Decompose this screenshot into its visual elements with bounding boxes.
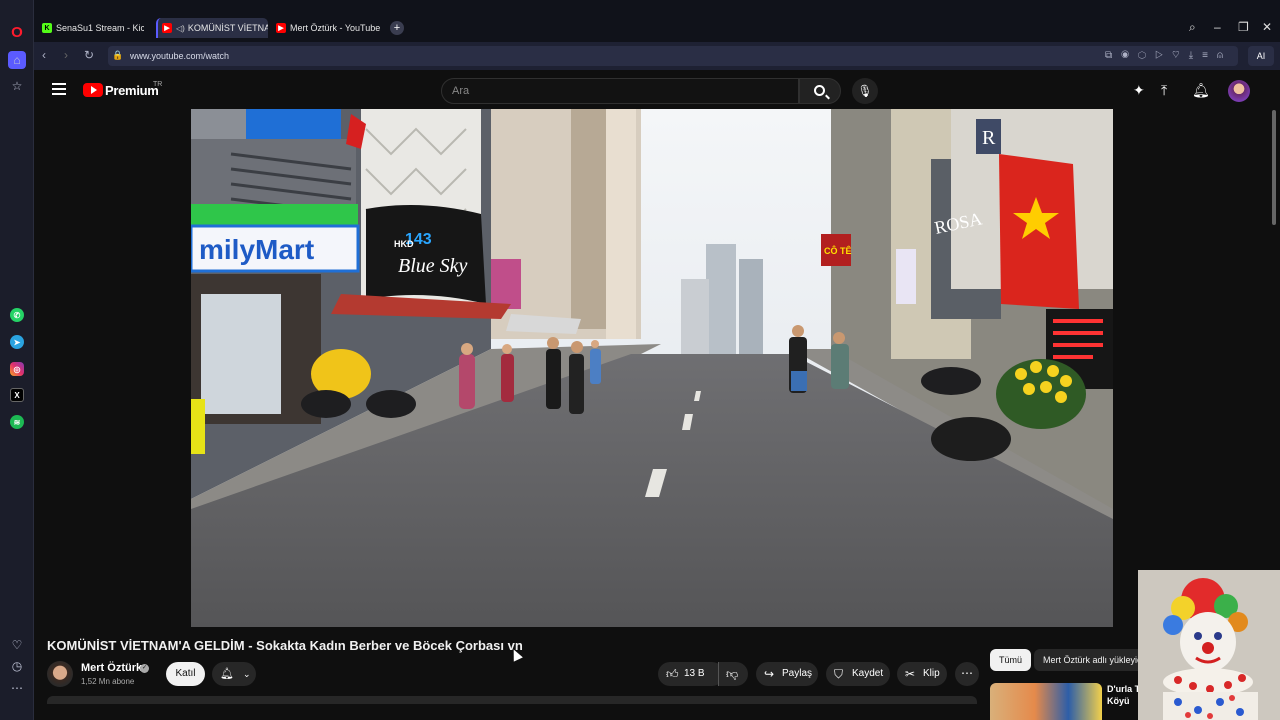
youtube-logo-icon[interactable] xyxy=(83,83,103,97)
search-placeholder: Ara xyxy=(452,85,470,97)
webcam-overlay xyxy=(1138,570,1280,720)
youtube-icon: ▶ xyxy=(276,23,286,33)
close-window-button[interactable]: ✕ xyxy=(1262,20,1272,34)
url-field[interactable]: 🔒 www.youtube.com/watch ⧉◉⬡▷♡⤓≡⍝ xyxy=(108,46,1238,66)
search-icon xyxy=(814,85,825,96)
video-title: KOMÜNİST VİETNAM'A GELDİM - Sokakta Kadı… xyxy=(47,638,523,653)
share-label: Paylaş xyxy=(782,668,813,679)
verified-badge-icon: ✓ xyxy=(140,664,149,673)
speed-dial-icon[interactable]: ☆ xyxy=(9,78,25,94)
subscriber-count: 1,52 Mn abone xyxy=(81,677,135,686)
bookmark-icon: ⛉ xyxy=(834,667,844,681)
chip-all[interactable]: Tümü xyxy=(990,649,1032,671)
recommended-subtitle: Köyü xyxy=(1107,696,1130,706)
opera-sidebar: O ⌂ ☆ ✆ ➤ ◎ X ≋ ♡ ◷ ⋯ xyxy=(0,0,34,720)
youtube-header: Premium TR Ara 🎙 ✦ ⤒ 🔔︎ xyxy=(34,70,1280,110)
neon-sign: Blue Sky xyxy=(398,255,468,277)
search-button[interactable] xyxy=(799,78,841,104)
subscription-bell-button[interactable]: 🔔︎ ⌄ xyxy=(212,662,256,686)
recommended-title[interactable]: D'urla T xyxy=(1107,684,1140,694)
clip-button[interactable]: ✂ Klip xyxy=(897,662,947,686)
menu-icon[interactable] xyxy=(52,83,66,95)
whatsapp-icon[interactable]: ✆ xyxy=(10,308,24,322)
voice-search-icon[interactable]: 🎙 xyxy=(852,78,878,104)
clip-label: Klip xyxy=(923,668,940,679)
reload-button[interactable]: ↻ xyxy=(84,48,94,62)
heart-icon[interactable]: ♡ xyxy=(9,637,25,653)
tab-search-icon[interactable]: ⌕ xyxy=(1189,20,1196,35)
url-text: www.youtube.com/watch xyxy=(130,51,230,61)
lock-icon: 🔒 xyxy=(112,50,124,60)
channel-avatar[interactable] xyxy=(47,661,73,687)
youtube-brand[interactable]: Premium xyxy=(105,83,159,98)
tab-label: Mert Öztürk - YouTube xyxy=(290,23,381,33)
upload-icon[interactable]: ⤒ xyxy=(1161,82,1167,99)
recommended-thumbnail[interactable] xyxy=(990,683,1102,720)
address-toolbar-icons[interactable]: ⧉◉⬡▷♡⤓≡⍝ xyxy=(1105,50,1232,61)
tab-label: KOMÜNİST VİETNAM xyxy=(187,23,268,33)
bell-icon: 🔔︎ xyxy=(220,668,234,680)
address-bar-row: ‹ › ↻ 🔒 www.youtube.com/watch ⧉◉⬡▷♡⤓≡⍝ A… xyxy=(34,42,1280,70)
aria-ai-button[interactable]: AI xyxy=(1248,46,1274,66)
instagram-icon[interactable]: ◎ xyxy=(10,362,24,376)
new-tab-button[interactable]: + xyxy=(390,21,404,35)
video-frame: milyMart 143 HKD Blue Sky ROSA R CÔ TÊ xyxy=(191,109,1113,627)
vietnam-flag xyxy=(999,154,1079,309)
thumbs-down-icon: 👎︎ xyxy=(726,667,739,681)
tab-label: SenaSu1 Stream - Kick Da xyxy=(56,23,144,33)
share-icon: ↪ xyxy=(764,667,775,681)
kick-icon: K xyxy=(42,23,52,33)
home-icon[interactable]: ⌂ xyxy=(8,51,26,69)
clown-figurine-image xyxy=(1138,570,1280,720)
speaker-icon: ◁) xyxy=(176,23,185,33)
neon-top: HKD xyxy=(394,239,414,249)
forward-button[interactable]: › xyxy=(64,48,68,62)
chevron-down-icon: ⌄ xyxy=(243,669,251,679)
back-button[interactable]: ‹ xyxy=(42,48,46,62)
tab-channel[interactable]: ▶ Mert Öztürk - YouTube xyxy=(272,18,384,38)
minimize-button[interactable]: – xyxy=(1214,20,1221,34)
telegram-icon[interactable]: ➤ xyxy=(10,335,24,349)
create-clip-icon[interactable]: ✦ xyxy=(1133,82,1145,99)
red-sign: CÔ TÊ xyxy=(824,245,852,256)
country-code: TR xyxy=(153,81,163,88)
opera-logo-icon[interactable]: O xyxy=(9,24,25,41)
dislike-button[interactable]: 👎︎ xyxy=(718,662,748,686)
maximize-button[interactable]: ❐ xyxy=(1238,20,1249,34)
scissors-icon: ✂ xyxy=(905,667,916,681)
tab-video-active[interactable]: ▶ ◁) KOMÜNİST VİETNAM xyxy=(156,18,268,38)
page-scrollbar[interactable] xyxy=(1272,110,1276,225)
more-icon[interactable]: ⋯ xyxy=(9,680,25,696)
search-input[interactable]: Ara xyxy=(441,78,799,104)
channel-name[interactable]: Mert Öztürk xyxy=(81,662,142,674)
spotify-icon[interactable]: ≋ xyxy=(10,415,24,429)
save-label: Kaydet xyxy=(852,668,884,679)
notifications-icon[interactable]: 🔔︎ xyxy=(1192,82,1210,99)
join-button[interactable]: Katıl xyxy=(166,662,205,686)
x-twitter-icon[interactable]: X xyxy=(10,388,24,402)
like-button[interactable]: 👍︎ 13 B xyxy=(658,662,724,686)
tab-kick[interactable]: K SenaSu1 Stream - Kick Da xyxy=(38,18,144,38)
save-button[interactable]: ⛉ Kaydet xyxy=(826,662,890,686)
hotel-letter: R xyxy=(982,127,996,149)
more-actions-button[interactable]: ⋯ xyxy=(955,662,979,686)
chip-channel[interactable]: Mert Öztürk adlı yükleyici xyxy=(1034,649,1154,671)
share-button[interactable]: ↪ Paylaş xyxy=(756,662,818,686)
history-icon[interactable]: ◷ xyxy=(9,658,25,674)
description-box[interactable] xyxy=(47,696,977,704)
youtube-icon: ▶ xyxy=(162,23,172,33)
video-player[interactable]: milyMart 143 HKD Blue Sky ROSA R CÔ TÊ xyxy=(191,109,1113,627)
account-avatar[interactable] xyxy=(1228,80,1250,102)
like-count: 13 B xyxy=(684,668,705,679)
tab-strip: K SenaSu1 Stream - Kick Da ▶ ◁) KOMÜNİST… xyxy=(34,0,1280,42)
store-sign: milyMart xyxy=(199,234,314,265)
thumbs-up-icon: 👍︎ xyxy=(666,667,679,681)
